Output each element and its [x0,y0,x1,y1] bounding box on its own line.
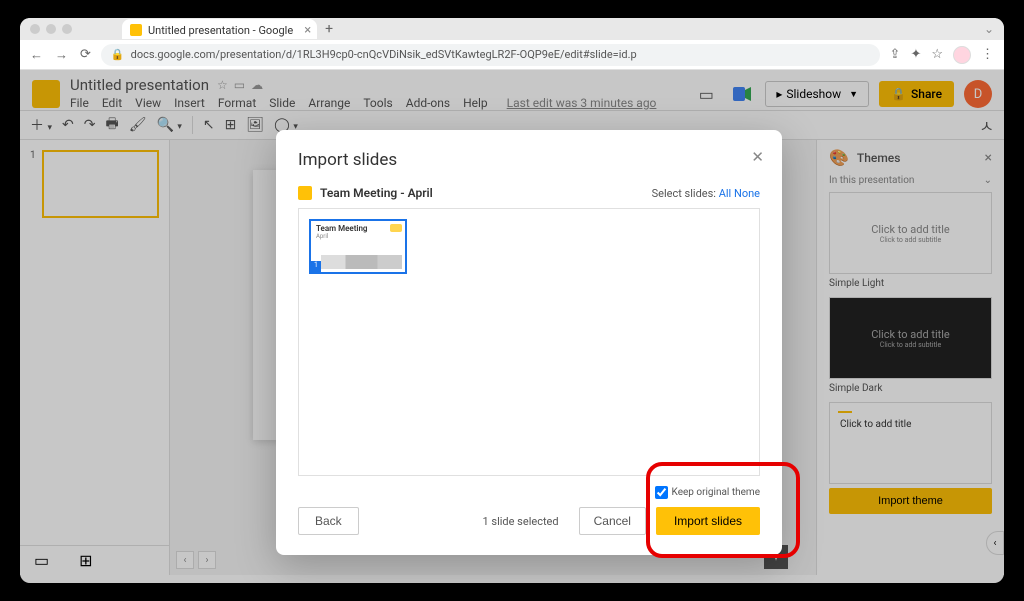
url-input[interactable]: 🔒 docs.google.com/presentation/d/1RL3H9c… [101,44,880,66]
close-icon[interactable]: ✕ [751,148,764,166]
window-controls[interactable] [30,24,72,34]
slide-thumbnail-selected[interactable]: Team Meeting April 1 [309,219,407,274]
url-text: docs.google.com/presentation/d/1RL3H9cp0… [131,48,637,61]
slides-favicon [130,24,142,36]
forward-icon[interactable]: → [55,47,68,63]
back-button[interactable]: Back [298,507,359,535]
share-icon[interactable]: ⇪ [890,47,901,62]
address-bar: ← → ⟳ 🔒 docs.google.com/presentation/d/1… [20,40,1004,70]
profile-avatar-icon[interactable] [953,46,971,64]
slide-index: 1 [311,261,321,272]
badge-icon [390,224,402,232]
checkbox-input[interactable] [655,486,668,499]
chevron-down-icon[interactable]: ⌄ [984,22,994,36]
browser-window: Untitled presentation - Google × + ⌄ ← →… [20,18,1004,583]
slides-grid: Team Meeting April 1 [298,208,760,476]
extensions-icon[interactable]: ✦ [910,47,921,62]
select-none-link[interactable]: None [734,187,760,200]
cancel-button[interactable]: Cancel [579,507,646,535]
close-tab-icon[interactable]: × [304,23,311,38]
slides-file-icon [298,186,312,200]
kebab-icon[interactable]: ⋮ [981,47,994,62]
reload-icon[interactable]: ⟳ [80,47,91,63]
browser-tab[interactable]: Untitled presentation - Google × [122,19,317,39]
selected-count: 1 slide selected [482,515,558,528]
tab-title: Untitled presentation - Google [148,24,293,37]
thumbnail-preview [321,255,402,269]
import-slides-button[interactable]: Import slides [656,507,760,535]
import-slides-dialog: Import slides ✕ Team Meeting - April Sel… [276,130,782,555]
select-slides-label: Select slides: [652,187,716,200]
back-icon[interactable]: ← [30,47,43,63]
bookmark-icon[interactable]: ☆ [931,47,943,62]
source-presentation-name: Team Meeting - April [320,186,433,200]
dialog-title: Import slides [298,150,760,170]
lock-icon: 🔒 [111,48,125,61]
tab-strip: Untitled presentation - Google × + ⌄ [20,18,1004,40]
keep-original-theme-checkbox[interactable]: Keep original theme [655,486,760,499]
new-tab-icon[interactable]: + [325,21,333,37]
select-all-link[interactable]: All [719,187,732,200]
